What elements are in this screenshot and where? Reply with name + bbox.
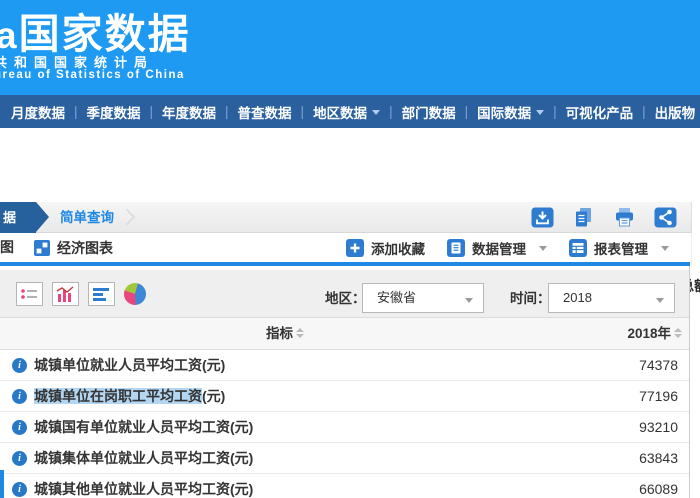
add-favorite-button[interactable]: 添加收藏 <box>346 238 425 258</box>
row-value: 74378 <box>639 350 678 381</box>
chart-grid-icon <box>34 240 50 256</box>
view-switcher <box>16 282 146 306</box>
column-header-indicator[interactable]: 指标 <box>0 318 570 350</box>
info-icon[interactable]: i <box>12 451 27 466</box>
chevron-down-icon <box>372 110 380 115</box>
bar-chart-view-icon[interactable] <box>52 282 79 306</box>
filter-bar: 地区： 安徽省 时间： 2018 <box>0 270 690 318</box>
region-label: 地区： <box>325 284 366 314</box>
logo-subtitle-en: ureau of Statistics of China <box>0 69 185 81</box>
row-label: 城镇国有单位就业人员平均工资(元) <box>34 412 253 443</box>
nav-item-quarterly[interactable]: 季度数据 <box>78 102 150 122</box>
print-icon[interactable] <box>613 206 636 229</box>
chevron-down-icon <box>656 298 664 303</box>
chevron-down-icon <box>465 298 473 303</box>
table-row[interactable]: i 城镇国有单位就业人员平均工资(元) 93210 <box>0 412 690 443</box>
tab-economic-charts[interactable]: 经济图表 <box>34 233 113 262</box>
sort-icon <box>674 328 682 338</box>
report-management-menu[interactable]: 报表管理 <box>569 238 669 258</box>
nav-item-census[interactable]: 普查数据 <box>229 102 301 122</box>
info-icon[interactable]: i <box>12 358 27 373</box>
query-panel: 地区： 安徽省 时间： 2018 指标 2018年 i 城镇单位就业人员平均工资… <box>0 266 690 498</box>
table-icon <box>569 239 587 257</box>
row-highlight-strip <box>0 470 4 498</box>
info-icon[interactable]: i <box>12 389 27 404</box>
nav-item-regional[interactable]: 地区数据 <box>304 102 389 122</box>
table-row[interactable]: i 城镇其他单位就业人员平均工资(元) 66089 <box>0 474 690 498</box>
table-row[interactable]: i 城镇单位就业人员平均工资(元) 74378 <box>0 350 690 381</box>
table-header: 指标 2018年 <box>0 318 690 350</box>
main-nav: 月度数据| 季度数据| 年度数据| 普查数据| 地区数据| 部门数据| 国际数据… <box>0 95 700 128</box>
column-header-year[interactable]: 2018年 <box>627 318 682 350</box>
toolbar <box>531 206 677 229</box>
table-row[interactable]: i 城镇集体单位就业人员平均工资(元) 63843 <box>0 443 690 474</box>
time-dropdown[interactable]: 2018 <box>548 283 675 313</box>
site-logo: a国家数据 <box>0 0 191 60</box>
row-value: 93210 <box>639 412 678 443</box>
table-row-selected[interactable]: i 城镇单位在岗职工平均工资(元) 77196 <box>0 381 690 412</box>
row-label: 城镇集体单位就业人员平均工资(元) <box>34 443 253 474</box>
copy-icon[interactable] <box>572 206 595 229</box>
pie-chart-view-icon[interactable] <box>124 283 146 305</box>
logo-prefix: a <box>0 15 19 56</box>
chevron-right-icon <box>119 209 136 226</box>
site-header: a国家数据 共和国国家统计局 ureau of Statistics of Ch… <box>0 0 700 95</box>
share-icon[interactable] <box>654 206 677 229</box>
sort-icon <box>296 328 304 338</box>
breadcrumb-item-simple-query[interactable]: 简单查询 <box>60 202 114 233</box>
info-icon[interactable]: i <box>12 482 27 497</box>
chevron-down-icon <box>539 246 547 251</box>
plus-icon <box>346 239 364 257</box>
time-label: 时间： <box>510 284 551 314</box>
hbar-chart-view-icon[interactable] <box>88 282 115 306</box>
chevron-down-icon <box>661 246 669 251</box>
region-dropdown[interactable]: 安徽省 <box>362 283 484 313</box>
logo-title: 国家数据 <box>19 11 191 57</box>
info-icon[interactable]: i <box>12 420 27 435</box>
list-view-icon[interactable] <box>16 282 43 306</box>
breadcrumb-arrow <box>36 202 49 232</box>
nav-item-monthly[interactable]: 月度数据 <box>2 102 74 122</box>
breadcrumb-item-data[interactable]: 据 <box>0 202 49 233</box>
breadcrumb: 据 简单查询 <box>0 202 692 233</box>
indicator-table: i 城镇单位就业人员平均工资(元) 74378 i 城镇单位在岗职工平均工资(元… <box>0 350 690 498</box>
row-value: 63843 <box>639 443 678 474</box>
row-value: 77196 <box>639 381 678 412</box>
view-tabs: 图 经济图表 添加收藏 数据管理 <box>0 233 692 266</box>
nav-item-annual[interactable]: 年度数据 <box>153 102 225 122</box>
document-icon <box>447 239 465 257</box>
data-management-menu[interactable]: 数据管理 <box>447 238 547 258</box>
nav-item-international[interactable]: 国际数据 <box>468 102 553 122</box>
nav-item-publications[interactable]: 出版物 <box>646 102 700 122</box>
tab-label: 经济图表 <box>57 238 113 258</box>
download-icon[interactable] <box>531 206 554 229</box>
nav-item-visualization[interactable]: 可视化产品 <box>557 102 643 122</box>
row-label: 城镇其他单位就业人员平均工资(元) <box>34 474 253 498</box>
chevron-down-icon <box>536 110 544 115</box>
search-section: ASHU 搜索 统计 热词 GDP CPI 总人口 社会消费品零售总额 粮食产量… <box>0 128 700 202</box>
row-value: 66089 <box>639 474 678 498</box>
row-label: 城镇单位就业人员平均工资(元) <box>34 350 225 381</box>
row-label: 城镇单位在岗职工平均工资(元) <box>34 381 225 412</box>
table-actions: 添加收藏 数据管理 报表管理 <box>346 233 669 262</box>
tab-map-partial[interactable]: 图 <box>0 233 14 262</box>
nav-item-department[interactable]: 部门数据 <box>393 102 465 122</box>
